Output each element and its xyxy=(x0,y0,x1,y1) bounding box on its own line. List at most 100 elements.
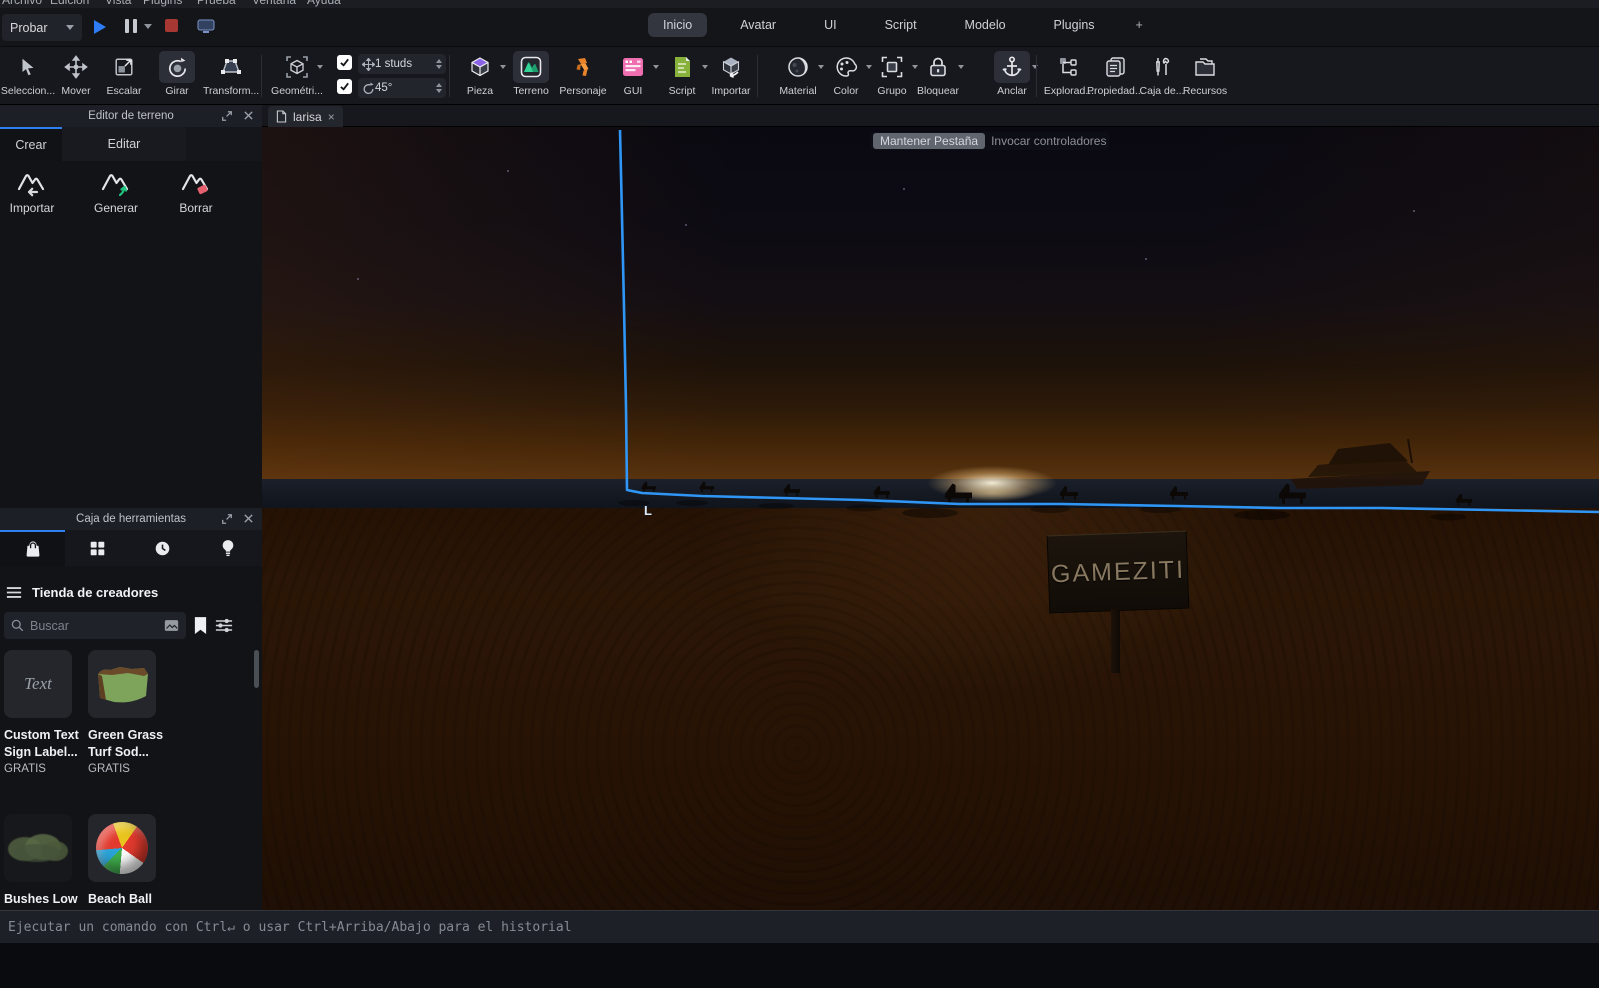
asset-thumbnail-custom-text-sign[interactable]: Text xyxy=(4,650,72,718)
search-input[interactable]: Buscar xyxy=(4,612,186,639)
asset-thumbnail-bushes-low[interactable] xyxy=(4,814,72,882)
asset-thumbnail-beach-ball[interactable] xyxy=(88,814,156,882)
move-icon xyxy=(362,57,375,71)
terrain-editor-panel: Editor de terreno Crear Editar Importar … xyxy=(0,105,262,508)
run-mode-label: Probar xyxy=(10,20,48,35)
menu-item-archivo[interactable]: Archivo xyxy=(2,0,42,7)
undock-icon[interactable] xyxy=(221,110,233,122)
terrain-editor-tabs: Crear Editar xyxy=(0,127,262,161)
pause-icon xyxy=(125,19,137,33)
tab-inventory[interactable] xyxy=(65,530,130,566)
snap-rotate-checkbox[interactable] xyxy=(337,79,352,94)
menu-item-plugins[interactable]: Plugins xyxy=(143,0,182,7)
terrain-generate-icon xyxy=(101,174,129,197)
snap-move-stepper[interactable] xyxy=(436,59,442,69)
asset-name[interactable]: Turf Sod... xyxy=(88,745,149,759)
properties-icon xyxy=(1106,57,1125,77)
import-button[interactable]: Importar xyxy=(703,51,759,97)
terrain-import-button[interactable]: Importar xyxy=(2,167,62,215)
menu-item-prueba[interactable]: Prueba xyxy=(197,0,236,7)
scale-tool-button[interactable]: Escalar xyxy=(96,51,152,97)
search-placeholder: Buscar xyxy=(30,618,69,633)
terrain-generate-button[interactable]: Generar xyxy=(86,167,146,215)
asset-price: GRATIS xyxy=(88,763,130,775)
viewport-canvas[interactable]: L GAMEZITI Mantener Pestaña Invocar cont… xyxy=(262,127,1599,910)
snap-rotate-stepper[interactable] xyxy=(436,83,442,93)
command-bar[interactable]: Ejecutar un comando con Ctrl↵ o usar Ctr… xyxy=(0,910,1599,943)
asset-name[interactable]: Bushes Low xyxy=(4,892,78,906)
asset-name[interactable]: Beach Ball xyxy=(88,892,152,906)
lock-button[interactable]: Bloquear xyxy=(910,51,966,97)
close-icon[interactable] xyxy=(243,110,254,121)
import-icon xyxy=(722,57,740,79)
toolbox-titlebar: Caja de herramientas xyxy=(0,508,262,530)
tab-script[interactable]: Script xyxy=(870,13,932,37)
tab-avatar[interactable]: Avatar xyxy=(725,13,791,37)
selection-outline xyxy=(618,129,1599,514)
chevron-down-icon xyxy=(317,65,323,69)
close-icon[interactable] xyxy=(243,513,254,524)
bulb-icon xyxy=(222,540,233,557)
asset-price: GRATIS xyxy=(4,763,46,775)
gui-button[interactable]: GUI xyxy=(605,51,661,97)
terrain-button[interactable]: Terreno xyxy=(503,51,559,97)
close-icon[interactable]: × xyxy=(328,110,335,124)
rotate-icon xyxy=(363,82,374,94)
menu-item-ayuda[interactable]: Ayuda xyxy=(307,0,341,7)
run-mode-dropdown[interactable]: Probar xyxy=(2,14,82,41)
selection-handle-label[interactable]: L xyxy=(644,503,652,518)
stop-button[interactable] xyxy=(164,18,179,33)
command-bar-placeholder: Ejecutar un comando con Ctrl↵ o usar Ctr… xyxy=(8,919,572,935)
tab-plugins[interactable]: Plugins xyxy=(1039,13,1110,37)
snap-rotate-field[interactable]: 45° xyxy=(358,78,446,98)
tools-icon xyxy=(1156,57,1170,76)
script-button[interactable]: Script xyxy=(654,51,710,97)
place-tab-larisa[interactable]: larisa × xyxy=(268,106,343,127)
tab-inicio[interactable]: Inicio xyxy=(648,13,708,37)
rotate-tool-button[interactable]: Girar xyxy=(149,51,205,97)
chevron-down-icon xyxy=(66,25,74,30)
assets-button[interactable]: Recursos xyxy=(1177,51,1233,97)
tab-editar[interactable]: Editar xyxy=(62,127,186,161)
tab-add[interactable]: + xyxy=(1128,13,1151,37)
asset-name[interactable]: Sign Label... xyxy=(4,745,78,759)
menu-item-vista[interactable]: Vista xyxy=(105,0,131,7)
scrollbar[interactable] xyxy=(254,650,259,688)
terrain-import-icon xyxy=(17,174,45,197)
move-icon xyxy=(64,55,88,79)
character-button[interactable]: Personaje xyxy=(555,51,611,97)
tab-modelo[interactable]: Modelo xyxy=(950,13,1021,37)
menu-item-ventana[interactable]: Ventana xyxy=(252,0,296,7)
menu-icon[interactable] xyxy=(6,586,22,599)
play-button[interactable] xyxy=(90,18,108,36)
anchor-button[interactable]: Anclar xyxy=(984,51,1040,97)
terrain-erase-button[interactable]: Borrar xyxy=(166,167,226,215)
menu-item-edicion[interactable]: Edición xyxy=(50,0,89,7)
gameziti-sign[interactable]: GAMEZITI xyxy=(1046,530,1190,614)
search-icon xyxy=(11,619,24,632)
transform-tool-button[interactable]: Transform... xyxy=(203,51,259,97)
part-button[interactable]: Pieza xyxy=(452,51,508,97)
geometric-mode-button[interactable]: Geométri... xyxy=(269,51,325,97)
snap-move-checkbox[interactable] xyxy=(337,55,352,70)
asset-name[interactable]: Custom Text xyxy=(4,728,79,742)
filter-sliders-icon[interactable] xyxy=(215,618,233,633)
tab-recent[interactable] xyxy=(130,530,195,566)
device-emulation-button[interactable] xyxy=(196,18,216,35)
asset-thumbnail-green-grass[interactable] xyxy=(88,650,156,718)
asset-name[interactable]: Green Grass xyxy=(88,728,163,742)
tab-crear[interactable]: Crear xyxy=(0,127,62,161)
bookmark-icon[interactable] xyxy=(193,616,208,635)
pause-button[interactable] xyxy=(124,18,152,34)
undock-icon[interactable] xyxy=(221,513,233,525)
snap-move-field[interactable]: 1 studs xyxy=(358,54,446,74)
ribbon-divider xyxy=(1036,55,1037,97)
image-search-icon[interactable] xyxy=(164,619,179,632)
grid-icon xyxy=(90,541,105,555)
tab-creations[interactable] xyxy=(195,530,260,566)
tooltip-badge: Mantener Pestaña xyxy=(873,133,986,149)
sign-text: GAMEZITI xyxy=(1050,555,1186,588)
tab-ui[interactable]: UI xyxy=(809,13,852,37)
chevron-down-icon xyxy=(1032,65,1038,69)
tab-marketplace[interactable] xyxy=(0,530,65,566)
